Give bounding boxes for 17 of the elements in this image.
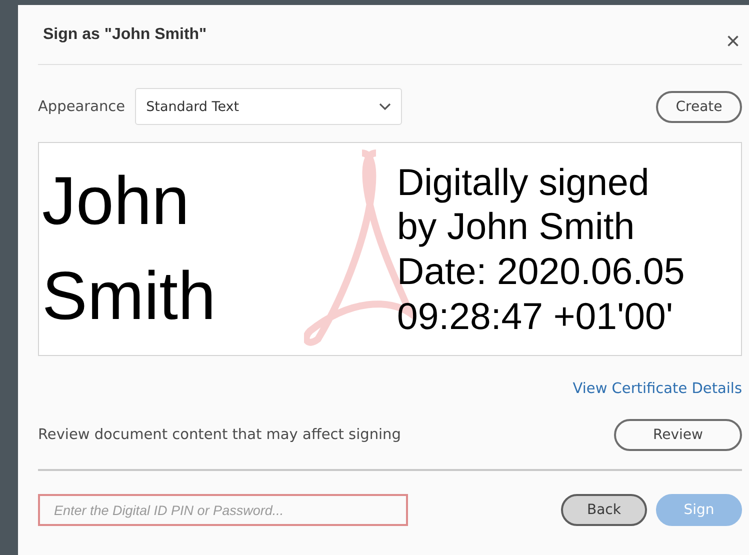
close-button[interactable]: × [726,30,740,54]
certificate-link[interactable]: View Certificate Details [572,381,742,397]
signature-detail: by John Smith [397,204,636,249]
signature-name: Smith [42,257,217,336]
pin-field[interactable]: Enter the Digital ID PIN or Password... [38,494,408,526]
review-button[interactable]: Review [614,419,742,451]
appearance-dropdown[interactable]: Standard Text [135,88,402,125]
signature-detail: Date: 2020.06.05 [397,249,685,294]
appearance-label: Appearance [38,98,126,114]
review-text: Review document content that may affect signing [38,427,401,443]
signature-detail: 09:28:47 +01'00' [397,294,674,338]
signature-name: John [42,162,190,241]
signature-detail: Digitally signed [397,160,650,204]
dialog-title: Sign as "John Smith" [43,26,207,44]
chevron-icon [379,102,392,110]
create-button[interactable]: Create [656,90,742,122]
back-button[interactable]: Back [561,494,647,526]
